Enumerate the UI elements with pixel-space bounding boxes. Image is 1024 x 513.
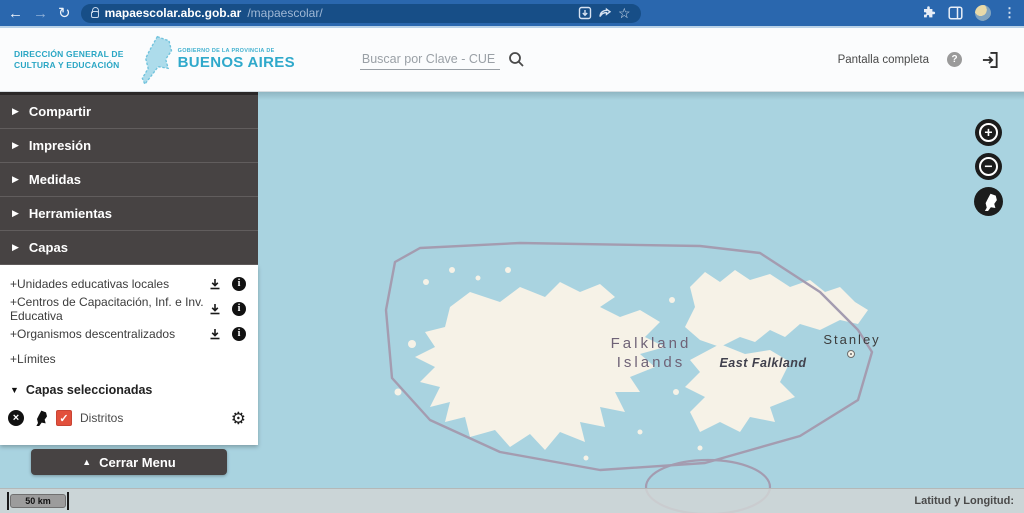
plus-icon: + — [979, 123, 998, 142]
scale-tick — [67, 492, 69, 510]
menu-item-label: Capas — [29, 240, 68, 255]
url-path: /mapaescolar/ — [247, 6, 322, 20]
chevron-right-icon: ▶ — [12, 106, 19, 117]
fullscreen-label[interactable]: Pantalla completa — [838, 54, 929, 66]
buenos-aires-logo: GOBIERNO DE LA PROVINCIA DE BUENOS AIRES — [134, 34, 295, 86]
gov-large-text: BUENOS AIRES — [178, 54, 295, 71]
browser-toolbar: ← → ↻ mapaescolar.abc.gob.ar /mapaescola… — [0, 0, 1024, 26]
zoom-to-layer-flag-icon[interactable] — [32, 410, 48, 426]
layer-label: +Organismos descentralizados — [10, 327, 209, 341]
url-domain: mapaescolar.abc.gob.ar — [105, 6, 242, 20]
map-controls: + − — [974, 119, 1003, 216]
close-menu-button[interactable]: ▲ Cerrar Menu — [31, 449, 227, 475]
layer-label: +Unidades educativas locales — [10, 277, 209, 291]
chrome-actions: ⋮ — [922, 5, 1016, 21]
org-title-line1: DIRECCIÓN GENERAL DE — [14, 49, 124, 60]
install-icon[interactable] — [578, 6, 592, 20]
sidebar-item-capas[interactable]: ▶ Capas — [0, 231, 258, 265]
minus-icon: − — [979, 157, 998, 176]
profile-avatar[interactable] — [975, 5, 991, 21]
info-icon[interactable]: i — [232, 302, 246, 316]
extensions-puzzle-icon[interactable] — [922, 6, 936, 20]
bookmark-star-icon[interactable]: ☆ — [618, 5, 631, 22]
coordinates-label: Latitud y Longitud: — [914, 495, 1014, 507]
download-icon[interactable] — [209, 303, 221, 315]
sidebar-item-herramientas[interactable]: ▶ Herramientas — [0, 197, 258, 231]
gov-wordmark: GOBIERNO DE LA PROVINCIA DE BUENOS AIRES — [178, 48, 295, 71]
menu-item-label: Impresión — [29, 138, 91, 153]
selected-layers-label: Capas seleccionadas — [26, 383, 152, 397]
map-region: Falkland Islands East Falkland Stanley ▶… — [0, 92, 1024, 513]
menu-item-label: Compartir — [29, 104, 91, 119]
chevron-down-icon: ▼ — [10, 385, 19, 395]
sidebar: ▶ Compartir ▶ Impresión ▶ Medidas ▶ Herr… — [0, 92, 258, 475]
province-silhouette-icon — [980, 193, 998, 211]
info-icon[interactable]: i — [232, 327, 246, 341]
exit-icon[interactable] — [980, 50, 1000, 70]
zoom-out-button[interactable]: − — [975, 153, 1002, 180]
share-icon[interactable] — [598, 6, 612, 20]
org-title: DIRECCIÓN GENERAL DE CULTURA Y EDUCACIÓN — [14, 49, 124, 70]
layer-visibility-checkbox[interactable]: ✓ — [56, 410, 72, 426]
back-icon[interactable]: ← — [8, 6, 23, 21]
scale-label: 50 km — [10, 494, 66, 508]
layer-row-centros[interactable]: +Centros de Capacitación, Inf. e Inv. Ed… — [0, 296, 258, 321]
layer-settings-gear-icon[interactable]: ⚙ — [231, 410, 246, 427]
header-actions: Pantalla completa ? — [838, 50, 1010, 70]
download-icon[interactable] — [209, 278, 221, 290]
scale-bar: 50 km — [7, 492, 69, 510]
chevron-right-icon: ▶ — [12, 242, 19, 253]
menu-item-label: Medidas — [29, 172, 81, 187]
lock-icon — [91, 11, 99, 18]
side-panel-icon[interactable] — [948, 6, 963, 20]
remove-layer-icon[interactable]: × — [8, 410, 24, 426]
status-bar: 50 km Latitud y Longitud: — [0, 488, 1024, 513]
layers-panel: +Unidades educativas locales i +Centros … — [0, 265, 258, 445]
forward-icon[interactable]: → — [33, 6, 48, 21]
app-header: DIRECCIÓN GENERAL DE CULTURA Y EDUCACIÓN… — [0, 28, 1024, 92]
layer-row-unidades[interactable]: +Unidades educativas locales i — [0, 271, 258, 296]
address-bar[interactable]: mapaescolar.abc.gob.ar /mapaescolar/ ☆ — [81, 4, 641, 23]
sidebar-item-impresion[interactable]: ▶ Impresión — [0, 129, 258, 163]
home-extent-button[interactable] — [974, 187, 1003, 216]
selected-layer-distritos: × ✓ Distritos ⚙ — [0, 403, 258, 433]
scale-tick — [7, 492, 9, 510]
browser-menu-icon[interactable]: ⋮ — [1003, 5, 1016, 21]
layer-label: +Centros de Capacitación, Inf. e Inv. Ed… — [10, 295, 209, 323]
download-icon[interactable] — [209, 328, 221, 340]
search-area — [360, 49, 525, 70]
stanley-marker — [847, 350, 855, 358]
search-icon[interactable] — [508, 51, 525, 68]
menu-item-label: Herramientas — [29, 206, 112, 221]
layer-row-limites[interactable]: +Límites — [0, 346, 258, 371]
layer-label: +Límites — [10, 352, 246, 366]
sidebar-item-medidas[interactable]: ▶ Medidas — [0, 163, 258, 197]
reload-icon[interactable]: ↻ — [58, 6, 71, 21]
sidebar-item-compartir[interactable]: ▶ Compartir — [0, 95, 258, 129]
info-icon[interactable]: i — [232, 277, 246, 291]
selected-layer-label: Distritos — [80, 411, 223, 425]
help-icon[interactable]: ? — [947, 52, 962, 67]
close-menu-label: Cerrar Menu — [99, 455, 176, 470]
chevron-right-icon: ▶ — [12, 174, 19, 185]
selected-layers-header[interactable]: ▼ Capas seleccionadas — [0, 377, 258, 403]
layer-row-organismos[interactable]: +Organismos descentralizados i — [0, 321, 258, 346]
chevron-right-icon: ▶ — [12, 140, 19, 151]
org-title-line2: CULTURA Y EDUCACIÓN — [14, 60, 124, 71]
chevron-right-icon: ▶ — [12, 208, 19, 219]
province-map-icon — [134, 34, 174, 86]
zoom-in-button[interactable]: + — [975, 119, 1002, 146]
search-input[interactable] — [360, 49, 500, 70]
chevron-up-icon: ▲ — [82, 457, 91, 467]
